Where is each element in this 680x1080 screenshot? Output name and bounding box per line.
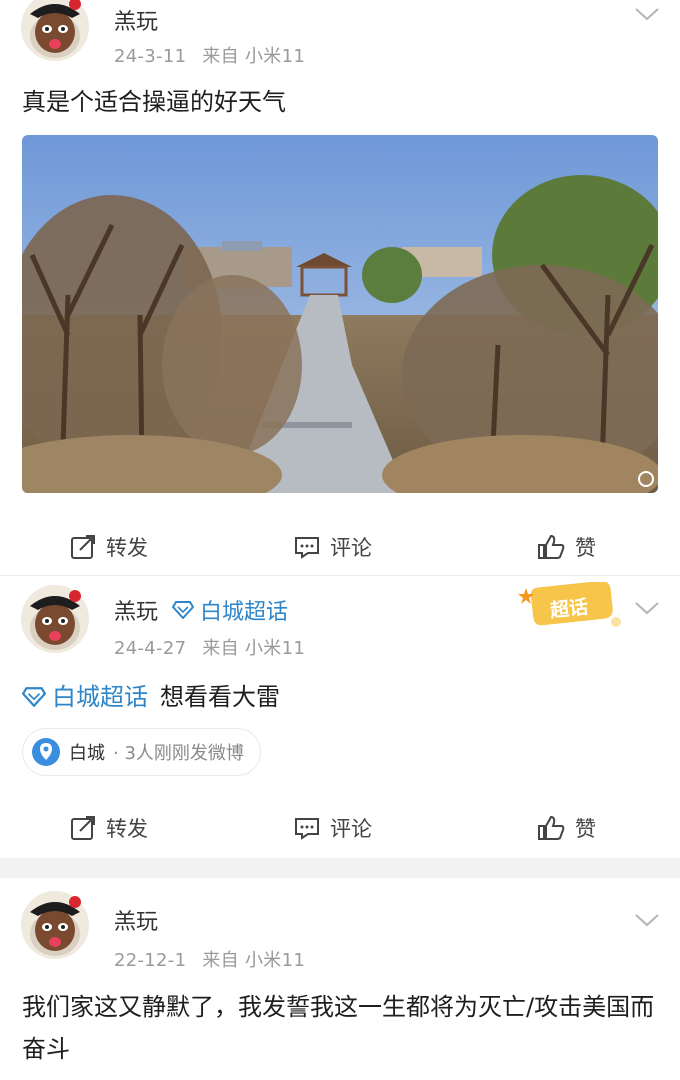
topic-inline-link[interactable]: 白城超话 <box>52 677 148 717</box>
post-text-row: 白城超话 想看看大雷 <box>22 677 658 717</box>
post-text: 想看看大雷 <box>160 683 280 711</box>
repost-icon <box>71 535 95 559</box>
avatar[interactable] <box>20 584 90 654</box>
repost-button[interactable]: 转发 <box>0 798 245 858</box>
username[interactable]: 羔玩 <box>114 904 158 936</box>
topic-link[interactable]: 白城超话 <box>200 594 288 626</box>
post-text: 我们家这又静默了，我发誓我这一生都将为灭亡/攻击美国而奋斗 <box>22 993 655 1063</box>
repost-button[interactable]: 转发 <box>0 517 245 577</box>
location-subtext: · 3人刚刚发微博 <box>113 743 244 764</box>
repost-icon <box>71 816 95 840</box>
post-meta: 22-12-1 来自 小米11 <box>114 946 305 972</box>
post-2: 羔玩 白城超话 超话 24-4-27 来自 小米11 白城超话 想看看大雷 白城 … <box>0 576 680 858</box>
repost-label: 转发 <box>106 817 148 841</box>
comment-label: 评论 <box>329 817 372 841</box>
avatar[interactable] <box>20 0 90 62</box>
diamond-icon <box>22 687 46 707</box>
location-tag[interactable]: 白城 · 3人刚刚发微博 <box>22 728 261 776</box>
post-actions: 转发 评论 赞 <box>0 517 680 577</box>
location-pin-icon <box>32 738 60 766</box>
post-date: 24-3-11 <box>114 46 187 67</box>
super-topic-badge-label: 超话 <box>549 596 590 622</box>
like-button[interactable]: 赞 <box>421 517 680 577</box>
post-meta: 24-3-11 来自 小米11 <box>114 42 305 68</box>
post-source: 来自 小米11 <box>202 46 306 67</box>
like-label: 赞 <box>574 536 596 560</box>
section-divider <box>0 858 680 878</box>
username-row: 羔玩 白城超话 <box>114 594 288 626</box>
post-photo[interactable] <box>22 135 658 493</box>
like-icon <box>537 534 565 559</box>
comment-button[interactable]: 评论 <box>245 517 420 577</box>
comment-button[interactable]: 评论 <box>245 798 420 858</box>
avatar[interactable] <box>20 890 90 960</box>
chevron-down-icon[interactable] <box>634 6 660 22</box>
post-text: 真是个适合操逼的好天气 <box>22 88 286 116</box>
like-icon <box>537 815 565 840</box>
post-source: 来自 小米11 <box>202 638 306 659</box>
post-actions: 转发 评论 赞 <box>0 798 680 858</box>
location-city: 白城 <box>69 743 105 764</box>
username-text[interactable]: 羔玩 <box>114 904 158 936</box>
like-button[interactable]: 赞 <box>421 798 680 858</box>
chevron-down-icon[interactable] <box>634 912 660 928</box>
post-meta: 24-4-27 来自 小米11 <box>114 634 305 660</box>
chevron-down-icon[interactable] <box>634 600 660 616</box>
username-text[interactable]: 羔玩 <box>114 4 158 36</box>
like-label: 赞 <box>574 817 596 841</box>
username[interactable]: 羔玩 <box>114 4 158 36</box>
post-date: 24-4-27 <box>114 638 187 659</box>
repost-label: 转发 <box>106 536 148 560</box>
post-3: 羔玩 22-12-1 来自 小米11 我们家这又静默了，我发誓我这一生都将为灭亡/… <box>0 878 680 1080</box>
post-date: 22-12-1 <box>114 950 187 971</box>
post-1: 羔玩 24-3-11 来自 小米11 真是个适合操逼的好天气 转发 评论 赞 <box>0 0 680 575</box>
comment-label: 评论 <box>329 536 372 560</box>
post-source: 来自 小米11 <box>202 950 306 971</box>
diamond-icon <box>172 601 195 619</box>
username-text[interactable]: 羔玩 <box>114 594 158 626</box>
comment-icon <box>294 818 319 840</box>
comment-icon <box>294 537 319 559</box>
